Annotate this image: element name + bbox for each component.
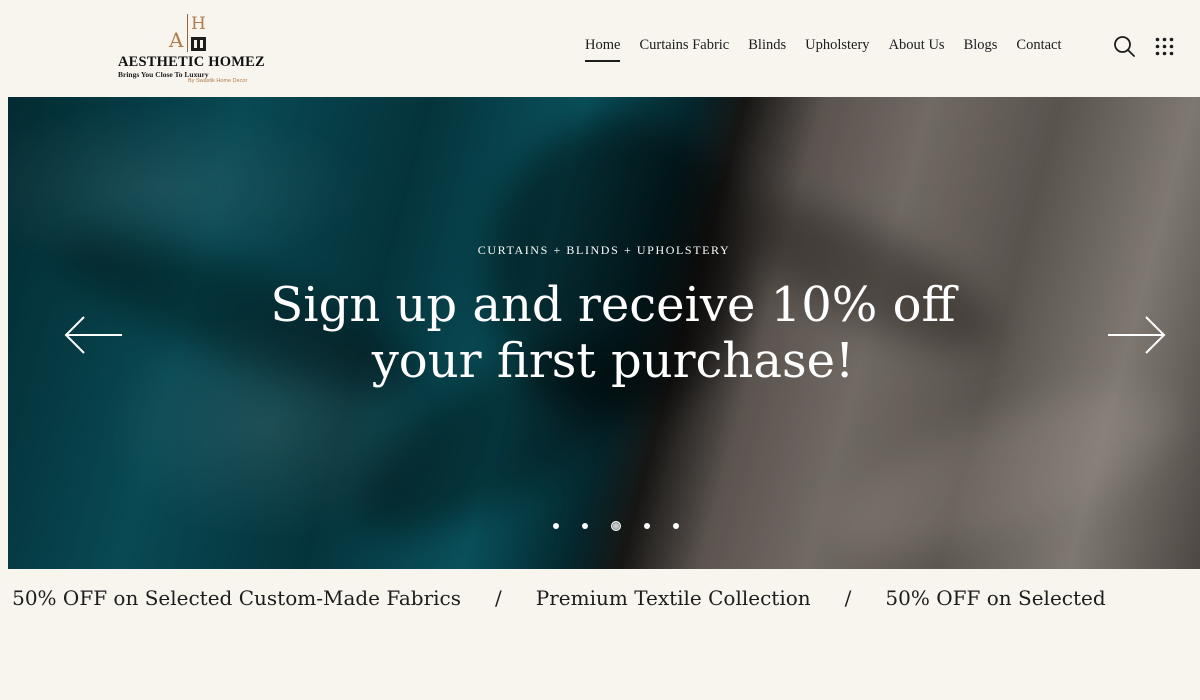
nav-item-upholstery[interactable]: Upholstery [805,37,869,62]
marquee-item: 50% OFF on Selected Custom-Made Fabrics [12,586,462,610]
hero-headline: Sign up and receive 10% off your first p… [8,277,1200,389]
logo-letter-a: A [169,28,184,52]
nav-item-home[interactable]: Home [585,37,621,62]
logo-brand-name: AESTHETIC HOMEZ [118,54,265,70]
search-icon[interactable] [1113,35,1135,57]
grid-menu-icon[interactable] [1155,37,1174,56]
logo-byline: By Swastik Home Decor [188,78,248,84]
slider-dot-2[interactable] [582,523,588,529]
slider-dot-3[interactable] [611,521,621,531]
nav-item-blogs[interactable]: Blogs [964,37,998,62]
slider-pagination [553,521,679,531]
marquee-separator: / [844,586,852,610]
logo-letter-h: H [191,14,206,34]
slider-dot-1[interactable] [553,523,559,529]
slider-dot-5[interactable] [673,523,679,529]
hero-headline-line1: Sign up and receive 10% off [270,277,956,333]
logo-monogram: A H [169,14,209,54]
promo-marquee: tion / 50% OFF on Selected Custom-Made F… [0,586,1200,620]
main-navigation: Home Curtains Fabric Blinds Upholstery A… [585,37,1062,62]
arrow-left-icon[interactable] [64,315,124,355]
nav-item-contact[interactable]: Contact [1016,37,1061,62]
logo-divider [187,14,188,52]
hero-slider: CURTAINS + BLINDS + UPHOLSTERY Sign up a… [8,97,1200,569]
nav-item-curtains-fabric[interactable]: Curtains Fabric [639,37,729,62]
marquee-item: 50% OFF on Selected [885,586,1106,610]
hero-headline-line2: your first purchase! [371,333,855,389]
nav-item-about-us[interactable]: About Us [889,37,945,62]
marquee-item: Premium Textile Collection [535,586,811,610]
marquee-track: tion / 50% OFF on Selected Custom-Made F… [0,586,1106,610]
nav-item-blinds[interactable]: Blinds [748,37,786,62]
marquee-separator: / [495,586,502,610]
door-icon [191,37,206,51]
slider-dot-4[interactable] [644,523,650,529]
site-logo[interactable]: A H AESTHETIC HOMEZ Brings You Close To … [118,14,268,90]
arrow-right-icon[interactable] [1106,315,1166,355]
hero-eyebrow: CURTAINS + BLINDS + UPHOLSTERY [477,243,731,257]
